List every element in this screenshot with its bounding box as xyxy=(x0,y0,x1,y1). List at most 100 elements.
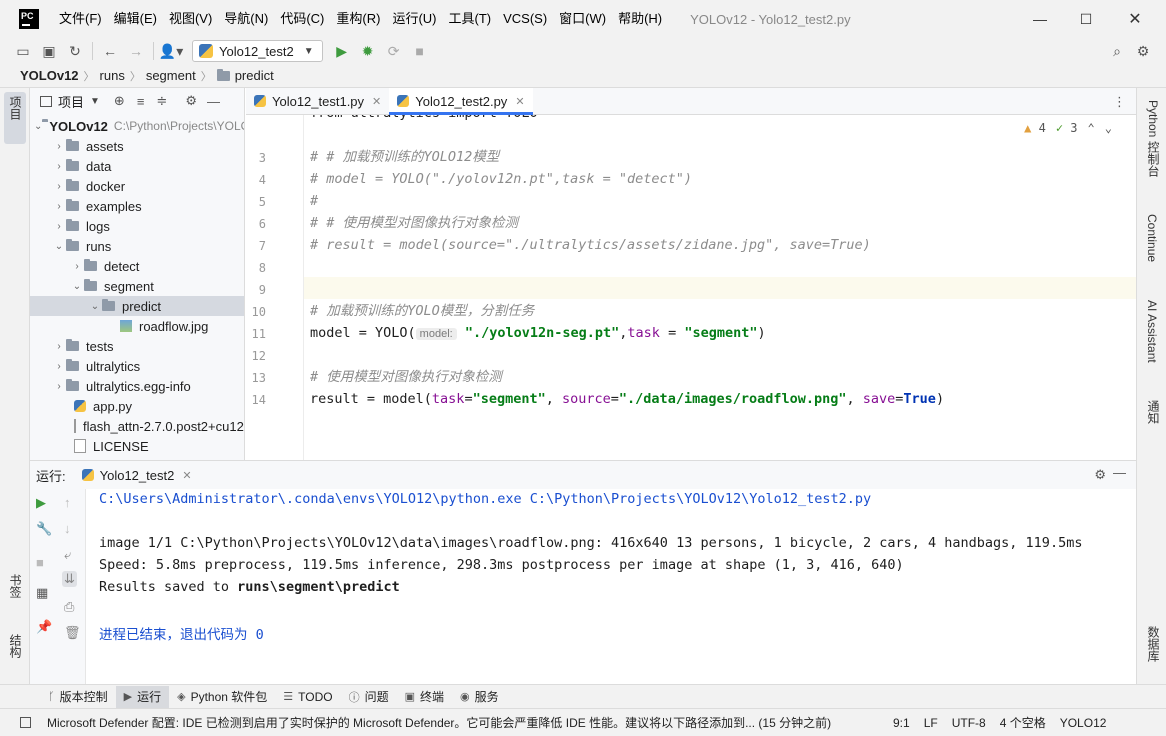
print-icon[interactable]: ⎙ xyxy=(64,599,74,615)
tab-yolo12-test1[interactable]: Yolo12_test1.py ✕ xyxy=(246,88,389,114)
chevron-down-icon[interactable]: ⌄ xyxy=(52,241,66,252)
breadcrumb-segment[interactable]: segment xyxy=(146,68,196,83)
rerun-icon[interactable]: ▶ xyxy=(36,495,46,511)
soft-wrap-icon[interactable]: ⤶ xyxy=(64,547,71,563)
chevron-right-icon[interactable]: › xyxy=(52,221,66,232)
stop-icon[interactable]: ■ xyxy=(36,555,44,570)
save-all-icon[interactable]: ▣ xyxy=(36,40,62,62)
tab-python-packages[interactable]: ◈ Python 软件包 xyxy=(169,686,275,708)
scroll-down-icon[interactable]: ↓ xyxy=(64,521,71,536)
sync-icon[interactable]: ↻ xyxy=(62,40,88,62)
menu-navigate[interactable]: 导航(N) xyxy=(218,9,274,29)
tab-terminal[interactable]: ▣ 终端 xyxy=(397,686,452,708)
expand-all-icon[interactable]: ≡ xyxy=(137,94,145,109)
run-settings-icon[interactable]: ⚙ xyxy=(1094,467,1106,483)
close-window-button[interactable]: ✕ xyxy=(1112,0,1158,38)
debug-icon[interactable]: ✹ xyxy=(355,40,381,62)
chevron-down-icon[interactable]: ▼ xyxy=(90,96,100,107)
coverage-icon[interactable]: ⟳ xyxy=(381,40,407,62)
tab-version-control[interactable]: ᚴ 版本控制 xyxy=(40,686,116,708)
chevron-down-icon[interactable]: ⌄ xyxy=(88,301,102,312)
hide-panel-icon[interactable]: — xyxy=(1113,465,1126,480)
run-configuration-select[interactable]: Yolo12_test2 ▼ xyxy=(192,40,323,62)
continue-tool-tab[interactable]: Continue xyxy=(1145,214,1159,262)
scroll-up-icon[interactable]: ↑ xyxy=(64,495,71,510)
tab-todo[interactable]: ☰ TODO xyxy=(275,686,340,708)
menu-edit[interactable]: 编辑(E) xyxy=(108,9,163,29)
structure-tool-tab[interactable]: 结构 xyxy=(7,634,24,658)
bookmarks-tool-tab[interactable]: 书签 xyxy=(7,574,24,598)
stop-icon[interactable]: ■ xyxy=(407,40,433,62)
chevron-right-icon[interactable]: › xyxy=(52,141,66,152)
close-tab-icon[interactable]: ✕ xyxy=(515,95,524,108)
tree-item-license[interactable]: LICENSE xyxy=(30,436,244,456)
breadcrumb-predict[interactable]: predict xyxy=(235,68,274,83)
chevron-down-icon[interactable]: ⌄ xyxy=(1105,121,1112,135)
tree-item-logs[interactable]: › logs xyxy=(30,216,244,236)
menu-vcs[interactable]: VCS(S) xyxy=(497,9,553,29)
python-interpreter[interactable]: YOLO12 xyxy=(1060,716,1107,730)
trash-icon[interactable]: 🗑 xyxy=(64,625,81,641)
tab-yolo12-test2[interactable]: Yolo12_test2.py ✕ xyxy=(389,88,533,115)
toggle-tool-windows-icon[interactable] xyxy=(20,717,31,728)
breadcrumb-project[interactable]: YOLOv12 xyxy=(20,68,79,83)
menu-code[interactable]: 代码(C) xyxy=(274,9,330,29)
collapse-all-icon[interactable]: ≑ xyxy=(156,93,167,109)
tree-item-assets[interactable]: › assets xyxy=(30,136,244,156)
ai-assistant-tool-tab[interactable]: AI Assistant xyxy=(1145,300,1159,363)
menu-view[interactable]: 视图(V) xyxy=(163,9,218,29)
tree-item-app-py[interactable]: app.py xyxy=(30,396,244,416)
menu-tools[interactable]: 工具(T) xyxy=(442,9,497,29)
tree-item-data[interactable]: › data xyxy=(30,156,244,176)
open-folder-icon[interactable]: ▭ xyxy=(10,40,36,62)
breadcrumb-runs[interactable]: runs xyxy=(100,68,125,83)
close-tab-icon[interactable]: ✕ xyxy=(182,469,191,482)
tree-item-docker[interactable]: › docker xyxy=(30,176,244,196)
tree-item-examples[interactable]: › examples xyxy=(30,196,244,216)
chevron-up-icon[interactable]: ⌃ xyxy=(1088,121,1095,135)
run-icon[interactable]: ▶ xyxy=(329,40,355,62)
file-encoding[interactable]: UTF-8 xyxy=(952,716,986,730)
tab-problems[interactable]: ⓘ 问题 xyxy=(341,686,397,708)
tree-item-tests[interactable]: › tests xyxy=(30,336,244,356)
line-separator[interactable]: LF xyxy=(924,716,938,730)
chevron-right-icon[interactable]: › xyxy=(52,341,66,352)
close-tab-icon[interactable]: ✕ xyxy=(372,95,381,108)
minimize-button[interactable]: — xyxy=(1017,0,1063,38)
database-tool-tab[interactable]: 数据库 xyxy=(1145,626,1162,662)
caret-position[interactable]: 9:1 xyxy=(893,716,910,730)
maximize-button[interactable]: ☐ xyxy=(1063,0,1109,38)
chevron-right-icon[interactable]: › xyxy=(70,261,84,272)
tree-item-segment[interactable]: ⌄ segment xyxy=(30,276,244,296)
layout-icon[interactable]: ▦ xyxy=(36,585,48,601)
back-icon[interactable]: ← xyxy=(97,40,123,62)
tree-item-root[interactable]: ⌄ YOLOv12 C:\Python\Projects\YOLOv12 xyxy=(30,116,244,136)
project-tool-tab[interactable]: 项目 xyxy=(7,96,24,120)
locate-icon[interactable]: ⊕ xyxy=(114,93,125,109)
chevron-down-icon[interactable]: ⌄ xyxy=(70,281,84,292)
menu-window[interactable]: 窗口(W) xyxy=(553,9,612,29)
chevron-right-icon[interactable]: › xyxy=(52,381,66,392)
more-tabs-icon[interactable]: ⋮ xyxy=(1113,94,1126,110)
hide-panel-icon[interactable]: — xyxy=(207,94,220,109)
menu-run[interactable]: 运行(U) xyxy=(386,9,442,29)
tree-item-roadflow[interactable]: roadflow.jpg xyxy=(30,316,244,336)
menu-help[interactable]: 帮助(H) xyxy=(612,9,668,29)
indent-setting[interactable]: 4 个空格 xyxy=(1000,714,1046,731)
search-icon[interactable]: ⌕ xyxy=(1104,40,1130,62)
chevron-down-icon[interactable]: ⌄ xyxy=(34,121,42,132)
settings-gear-icon[interactable]: ⚙ xyxy=(1130,40,1156,62)
panel-settings-icon[interactable]: ⚙ xyxy=(185,93,197,109)
tree-item-predict[interactable]: ⌄ predict xyxy=(30,296,244,316)
tree-item-ultralytics[interactable]: › ultralytics xyxy=(30,356,244,376)
forward-icon[interactable]: → xyxy=(123,40,149,62)
tree-item-whl[interactable]: flash_attn-2.7.0.post2+cu12torch2.2cxx11… xyxy=(30,416,244,436)
run-tab[interactable]: Yolo12_test2 ✕ xyxy=(81,468,192,483)
tab-run[interactable]: ▶ 运行 xyxy=(115,685,170,708)
wrench-icon[interactable]: 🔧 xyxy=(36,521,52,537)
chevron-right-icon[interactable]: › xyxy=(52,161,66,172)
tab-services[interactable]: ◉ 服务 xyxy=(452,686,507,708)
chevron-right-icon[interactable]: › xyxy=(52,181,66,192)
chevron-right-icon[interactable]: › xyxy=(52,201,66,212)
tree-item-detect[interactable]: › detect xyxy=(30,256,244,276)
